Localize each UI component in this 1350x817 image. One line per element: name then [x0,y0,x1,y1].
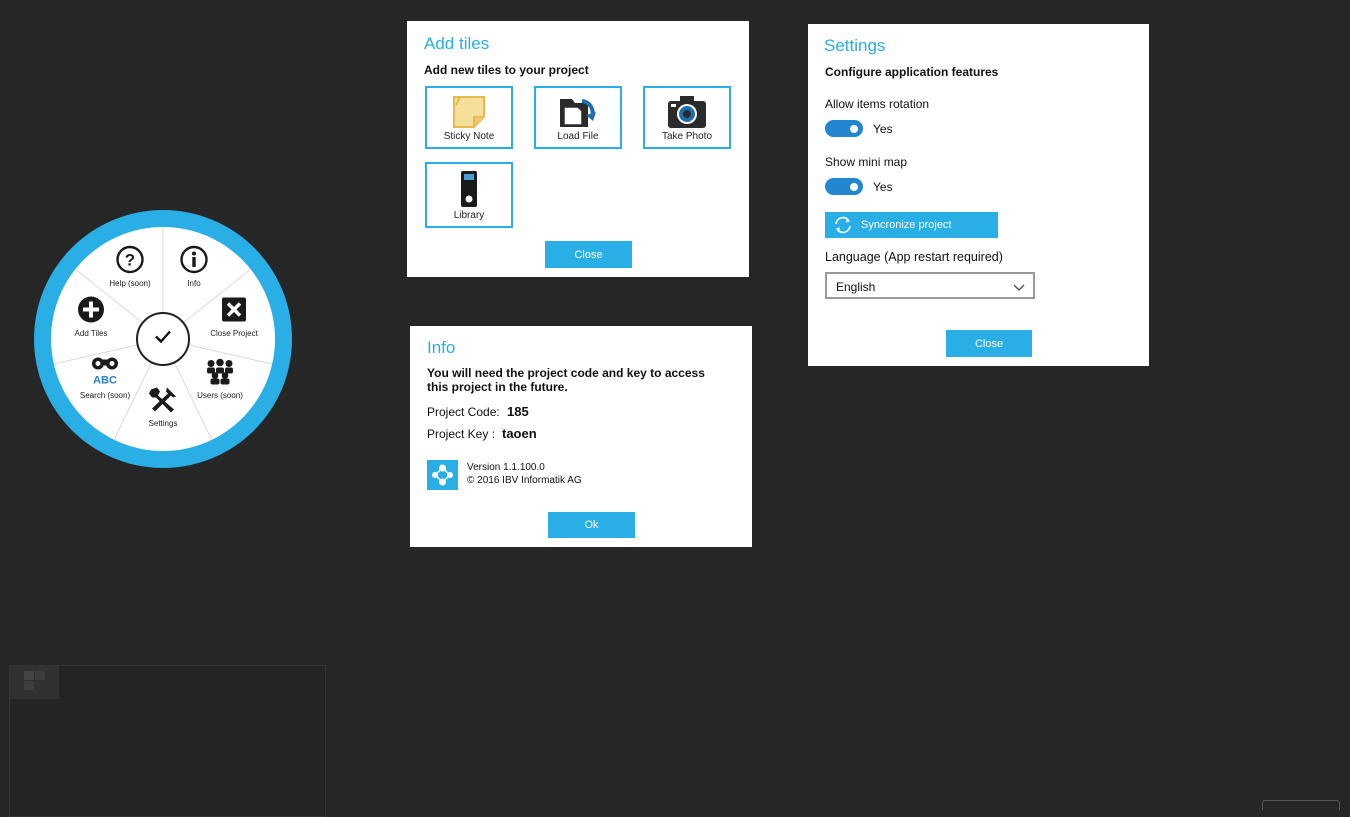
tile-sticky-note[interactable]: Sticky Note [425,86,513,149]
show-minimap-label: Show mini map [825,155,908,169]
language-label: Language (App restart required) [825,250,1003,264]
settings-title: Settings [824,36,886,55]
radial-item-label: Search (soon) [79,391,131,400]
settings-tools-icon [147,386,179,419]
project-code-label: Project Code: [427,405,500,419]
search-binoculars-icon: ABC [89,356,121,391]
show-minimap-toggle[interactable] [825,178,863,195]
tile-library[interactable]: Library [425,162,513,228]
info-dialog: Info You will need the project code and … [410,326,752,547]
settings-subtitle: Configure application features [825,65,999,79]
mini-map-tile [24,671,34,680]
tile-label: Load File [557,131,599,142]
radial-item-label: Info [187,279,201,288]
add-tiles-dialog: Add tiles Add new tiles to your project … [407,21,749,277]
sync-button-label: Syncronize project [861,219,952,231]
load-file-icon [558,95,598,134]
tile-load-file[interactable]: Load File [534,86,622,149]
mini-map-tile [35,671,45,680]
allow-rotation-toggle[interactable] [825,120,863,137]
language-select-value: English [836,280,876,294]
svg-text:ABC: ABC [93,375,117,386]
project-code-value: 185 [507,404,529,419]
add-tiles-close-button[interactable]: Close [545,241,632,268]
project-key-value: taoen [502,426,537,441]
app-logo-icon [427,460,458,490]
copyright-text: © 2016 IBV Informatik AG [467,475,582,486]
tile-label: Library [453,210,485,221]
sync-project-button[interactable]: Syncronize project [825,212,998,238]
tile-take-photo[interactable]: Take Photo [643,86,731,149]
mini-map-viewport[interactable] [10,666,59,699]
settings-dialog: Settings Configure application features … [808,24,1149,366]
allow-rotation-value: Yes [873,122,893,136]
close-project-icon [221,297,247,328]
show-minimap-value: Yes [873,180,893,194]
radial-item-label: Help (soon) [109,279,151,288]
radial-menu: ? Help (soon) Info Close Project Users (… [33,209,293,469]
bottom-right-control[interactable] [1262,800,1340,810]
allow-rotation-label: Allow items rotation [825,97,930,111]
mini-map[interactable] [9,665,326,817]
radial-item-label: Close Project [210,329,258,338]
users-icon [205,358,235,390]
info-ok-button[interactable]: Ok [548,512,635,538]
mini-map-tile [24,681,34,690]
info-title: Info [427,338,456,357]
tile-label: Sticky Note [443,131,495,142]
settings-close-button[interactable]: Close [946,330,1032,357]
sync-icon [833,216,853,234]
radial-item-label: Users (soon) [197,391,243,400]
help-icon: ? [116,245,144,279]
radial-item-label: Add Tiles [74,329,108,338]
checkmark-icon[interactable] [154,330,172,349]
add-tiles-subtitle: Add new tiles to your project [424,63,589,77]
chevron-down-icon [1013,281,1025,295]
version-text: Version 1.1.100.0 [467,462,545,473]
language-select[interactable]: English [825,272,1035,299]
camera-icon [667,95,707,134]
sticky-note-icon [452,95,486,134]
add-tiles-title: Add tiles [424,34,490,53]
svg-text:?: ? [125,251,135,270]
info-message: You will need the project code and key t… [427,366,705,394]
library-binder-icon [459,170,479,213]
tile-label: Take Photo [661,131,713,142]
add-icon [77,296,105,329]
info-icon [180,245,208,279]
project-key-label: Project Key : [427,427,496,441]
radial-item-label: Settings [148,419,178,428]
